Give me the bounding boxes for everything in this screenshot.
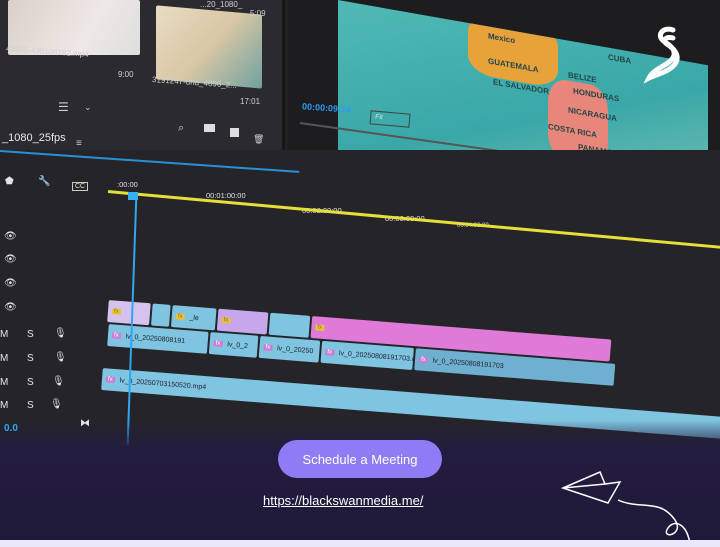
solo-button[interactable]: S [27, 329, 34, 340]
bowtie-icon[interactable]: ⧓ [80, 418, 90, 429]
fx-badge: fx [111, 308, 121, 315]
clip-name: ...20_1080_ [200, 0, 243, 9]
fx-badge: fx [213, 340, 223, 347]
project-panel: 43459-436106182.mp4 9:00 3191247-uhd_409… [0, 0, 285, 150]
microphone-icon[interactable]: 🎙 [52, 376, 65, 387]
solo-button[interactable]: S [27, 400, 34, 411]
clip-label: lv_0_20250703150520.mp4 [119, 376, 207, 391]
website-link[interactable]: https://blackswanmedia.me/ [263, 493, 423, 508]
sequence-tab[interactable]: _1080_25fps [2, 132, 66, 144]
fx-badge: fx [263, 344, 273, 351]
fx-badge: fx [418, 356, 428, 364]
captions-icon[interactable]: CC [72, 182, 89, 191]
mute-button[interactable]: M [0, 400, 8, 411]
ruler-label: :00:00 [117, 180, 138, 189]
fx-badge: fx [325, 349, 335, 356]
folder-icon[interactable] [204, 124, 215, 132]
brand-logo-icon [643, 26, 680, 84]
solo-button[interactable]: S [27, 377, 34, 388]
microphone-icon[interactable]: 🎙 [54, 352, 67, 363]
clip-duration: 17:01 [240, 97, 261, 106]
mute-button[interactable]: M [0, 377, 8, 388]
clip-duration: 9:00 [118, 70, 134, 79]
marker-icon[interactable]: ⬟ [5, 176, 14, 187]
clip-label: lv_0_20250 [276, 344, 314, 355]
eye-icon[interactable]: 👁 [4, 278, 17, 289]
fx-badge: fx [221, 316, 231, 324]
microphone-icon[interactable]: 🎙 [50, 399, 63, 410]
clip-duration: 5:09 [250, 9, 266, 18]
footer-strip [0, 540, 720, 547]
program-monitor: Mexico CUBA BELIZE GUATEMALA HONDURAS EL… [288, 0, 720, 216]
chevron-down-icon[interactable]: ⌄ [84, 102, 92, 113]
eye-icon[interactable]: 👁 [4, 302, 17, 313]
solo-button[interactable]: S [27, 353, 34, 364]
timeline-clip[interactable]: fx lv_0_20250 [258, 335, 321, 363]
new-item-icon[interactable] [230, 128, 239, 137]
list-view-icon[interactable]: ☰ [58, 100, 69, 114]
fx-badge: fx [175, 313, 185, 321]
timeline-clip[interactable]: fx lv_0_2 [208, 332, 259, 358]
timeline-clip[interactable] [151, 303, 171, 327]
microphone-icon[interactable]: 🎙 [54, 328, 67, 339]
menu-icon[interactable]: ≡ [76, 138, 82, 149]
schedule-meeting-button[interactable]: Schedule a Meeting [278, 440, 442, 478]
map-label: CUBA [608, 52, 632, 66]
trash-icon[interactable]: 🗑 [253, 134, 264, 145]
timeline-clip[interactable]: fx [107, 300, 151, 326]
fx-badge: fx [105, 376, 115, 383]
playhead-handle[interactable] [128, 192, 138, 200]
clip-label: _le [189, 313, 200, 322]
clip-label: lv_0_20250808191703.m [338, 349, 414, 363]
search-icon[interactable]: ⌕ [178, 122, 184, 135]
eye-icon[interactable]: 👁 [4, 231, 17, 242]
master-volume[interactable]: 0.0 [4, 423, 18, 434]
fx-badge: fx [315, 324, 325, 331]
timeline-clip[interactable] [268, 312, 311, 338]
clip-label: lv_0_20250808191 [125, 332, 186, 345]
mute-button[interactable]: M [0, 329, 8, 340]
clip-label: lv_0_2 [227, 340, 249, 350]
timeline-clip[interactable]: fx _le [170, 305, 217, 331]
paper-plane-icon [560, 471, 691, 545]
wrench-icon[interactable]: 🔧 [38, 176, 50, 187]
clip-label: lv_0_20250808191703 [432, 357, 504, 370]
timeline-clip[interactable]: fx [216, 308, 269, 335]
eye-icon[interactable]: 👁 [4, 254, 17, 265]
mute-button[interactable]: M [0, 353, 8, 364]
fx-badge: fx [111, 332, 121, 339]
